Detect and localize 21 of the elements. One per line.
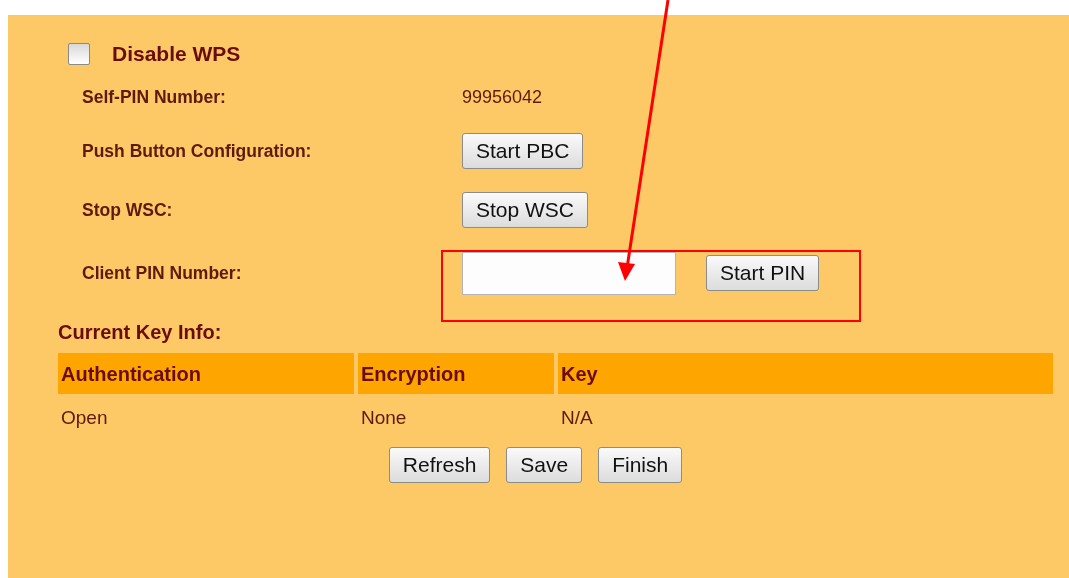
table-cell-text: N/A: [560, 406, 594, 430]
field-label: Client PIN Number:: [82, 261, 243, 285]
section-title: Current Key Info:: [58, 320, 223, 345]
checkbox-label: Disable WPS: [112, 41, 241, 68]
start-pin-button[interactable]: Start PIN: [706, 254, 820, 292]
action-button[interactable]: Save: [506, 446, 583, 483]
column-header: Authentication: [58, 353, 354, 394]
checkbox[interactable]: [68, 43, 90, 65]
table-cell-text: Open: [60, 406, 109, 430]
table-cell-text: None: [360, 406, 408, 430]
field-label: Push Button Configuration:: [82, 139, 313, 163]
field-label: Stop WSC:: [82, 198, 174, 222]
action-button[interactable]: Refresh: [388, 446, 491, 483]
action-button[interactable]: Start PBC: [462, 132, 584, 170]
action-button[interactable]: Finish: [598, 446, 683, 483]
column-header: Key: [558, 353, 1053, 394]
pin-value: 99956042: [462, 85, 543, 109]
input-field[interactable]: [462, 251, 676, 295]
column-header: Encryption: [358, 353, 554, 394]
action-button[interactable]: Stop WSC: [462, 191, 589, 229]
field-label: Self-PIN Number:: [82, 85, 227, 109]
